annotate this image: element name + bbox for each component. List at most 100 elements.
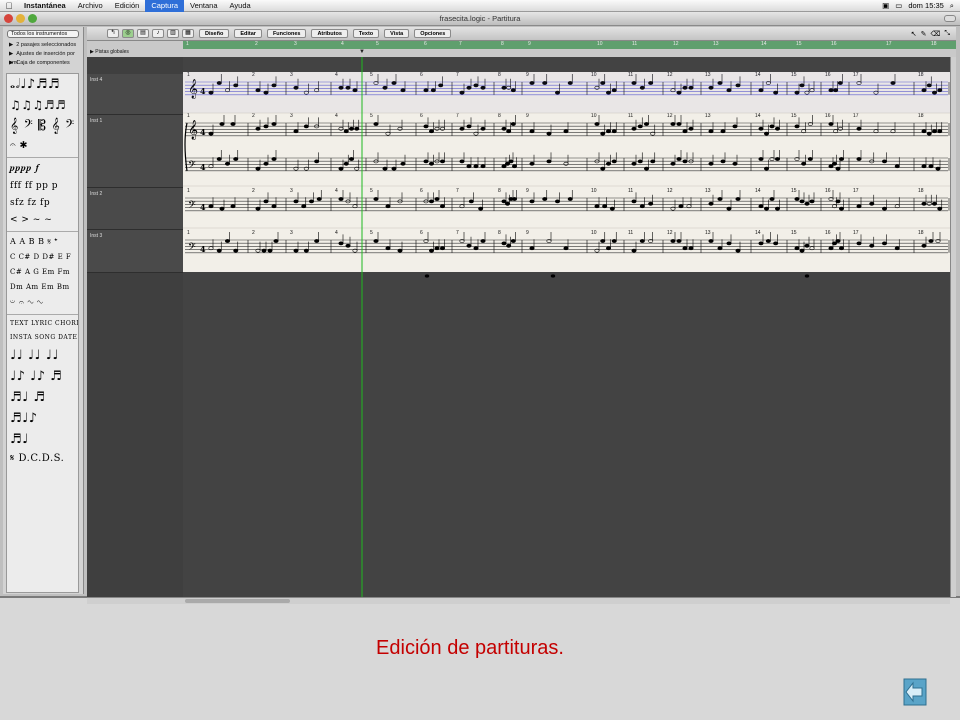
palette-row[interactable]: 𝆏𝆏𝆏𝆏 𝆑 (7, 160, 78, 178)
palette-row[interactable]: ♬♩ (7, 429, 78, 450)
menu-item-app[interactable]: Instantánea (18, 0, 72, 12)
palette-row[interactable]: 𝄐 ✱ (7, 137, 78, 155)
scroll-thumb[interactable] (185, 599, 290, 603)
note-head (799, 199, 805, 204)
playhead-marker-icon[interactable]: ▼ (359, 49, 365, 55)
instrument-select[interactable]: Todos los instrumentos (7, 30, 79, 38)
page-view-button[interactable]: ▤ (137, 29, 149, 38)
apple-icon[interactable]:  (0, 1, 18, 11)
score-canvas[interactable]: 𝄞 4𝄞 4𝄢 4𝄢 4𝄢 41 2 3 4 5 6 7 8 9 10 11 12 13 14 15 16 17 181 2 3… (183, 57, 950, 597)
menu-atributos[interactable]: Atributos (311, 29, 348, 38)
link-button[interactable]: ↰ (107, 29, 119, 38)
track-header[interactable]: Inst 1 (87, 115, 183, 188)
menu-diseno[interactable]: Diseño (199, 29, 230, 38)
toolbar-toggle-button[interactable] (944, 15, 956, 22)
ruler-bar-number: 8 (501, 41, 504, 47)
palette-row[interactable]: 𝅝𝅗𝅥♩♪♬♬ (7, 74, 78, 95)
eraser-tool-icon[interactable]: ⌫ (930, 30, 940, 38)
menu-extra-icon[interactable]: ▣ (882, 1, 889, 10)
bar-ruler-strip[interactable]: 1 2 3 4 5 6 7 8 9 10 11 12 13 14 15 16 17 18 ▼ (183, 41, 956, 55)
note-head (835, 239, 841, 243)
track-header[interactable]: Inst 2 (87, 188, 183, 230)
score-bar-number: 17 (853, 230, 859, 236)
spotlight-icon[interactable]: ⌕ (950, 1, 954, 11)
zoom-window-button[interactable] (28, 14, 37, 23)
menu-texto[interactable]: Texto (352, 29, 380, 38)
menu-funciones[interactable]: Funciones (266, 29, 307, 38)
score-area[interactable]: 𝄞 4 𝄞 4 𝄢 4 𝄢 4 𝄢 4 1 2 3 4 5 6 7 8 9 10 11 12 13 14 15 16 17 18 1 2 3… (183, 57, 950, 597)
note-head (708, 129, 714, 134)
clock[interactable]: dom 15:35 (908, 1, 943, 10)
palette-row[interactable]: ♬♩ ♬ (7, 387, 78, 408)
bar-ruler[interactable]: ▶ Pistas globales 1 2 3 4 5 6 7 8 9 10 11 12 13 14 15 1… (87, 41, 956, 57)
note-head (563, 129, 569, 134)
midi-out-button[interactable]: ♪ (152, 29, 164, 38)
print-button[interactable]: ▦ (182, 29, 194, 38)
palette-row[interactable]: ♬♩♪ (7, 408, 78, 429)
palette-row[interactable]: TEXT LYRIC CHORD REGION (7, 317, 78, 331)
note-head (708, 201, 714, 206)
note-head (529, 199, 535, 204)
palette-row[interactable]: ♩♩ ♩♩ ♩♩ (7, 345, 78, 366)
part-box-palette[interactable]: 𝅝𝅗𝅥♩♪♬♬ ♫♫♫♬♬ 𝄞 𝄢 𝄡 𝄞 𝄢 𝄐 ✱ 𝆏𝆏𝆏𝆏 𝆑 fff ff pp… (6, 73, 79, 593)
palette-row[interactable]: 𝄑 𝄐 ∿ ∿ (7, 295, 78, 312)
palette-row[interactable]: A A B B 𝄋 𝄌 (7, 234, 78, 250)
step-input-button[interactable]: ▥ (167, 29, 179, 38)
inspector-section-selected[interactable]: ▶ 2 pasajes seleccionados (3, 41, 83, 50)
display-icon[interactable]: ▭ (895, 1, 902, 10)
track-header[interactable]: Inst 4 (87, 74, 183, 115)
menu-item-captura[interactable]: Captura (145, 0, 184, 12)
back-arrow-icon[interactable] (903, 678, 927, 706)
note-head (928, 164, 934, 169)
pencil-tool-icon[interactable]: ✎ (921, 30, 927, 38)
note-head (726, 206, 732, 211)
palette-row[interactable]: 𝄋 D.C.D.S. (7, 450, 78, 468)
menu-opciones[interactable]: Opciones (414, 29, 452, 38)
global-tracks-header[interactable]: ▶ Pistas globales (87, 41, 183, 57)
palette-row[interactable]: Dm Am Em Bm (7, 280, 78, 295)
note-head (459, 159, 465, 164)
note-head (758, 241, 764, 246)
menu-editar[interactable]: Editar (234, 29, 262, 38)
note-head (643, 122, 649, 126)
close-window-button[interactable] (4, 14, 13, 23)
zoom-tool-icon[interactable]: ⤡ (944, 30, 950, 38)
inspector-section-insert-defaults[interactable]: ▶ Ajustes de inserción por omi (3, 50, 83, 66)
palette-row[interactable]: ♩♪ ♩♪ ♬ (7, 366, 78, 387)
note-head (926, 131, 932, 136)
menu-item-ventana[interactable]: Ventana (184, 0, 224, 12)
palette-row[interactable]: 𝄞 𝄢 𝄡 𝄞 𝄢 (7, 115, 78, 137)
menu-vista[interactable]: Vista (384, 29, 410, 38)
menu-item-archivo[interactable]: Archivo (72, 0, 109, 12)
palette-row[interactable]: sfz fz fp (7, 195, 78, 212)
catch-button[interactable]: ◎ (122, 29, 134, 38)
pointer-tool-icon[interactable]: ↖ (911, 30, 917, 38)
note-head (293, 248, 299, 253)
score-bar-number: 8 (498, 113, 501, 119)
track-header[interactable]: Inst 3 (87, 230, 183, 273)
inspector-section-label: 2 pasajes seleccionados (16, 42, 77, 48)
note-head (208, 204, 214, 209)
note-head (611, 159, 617, 164)
palette-row[interactable]: fff ff pp p (7, 178, 78, 195)
menu-bar:  Instantánea Archivo Edición Captura Ve… (0, 0, 960, 12)
menu-item-ayuda[interactable]: Ayuda (224, 0, 257, 12)
disclosure-triangle-icon: ▶ (9, 42, 14, 48)
vertical-scrollbar[interactable] (950, 57, 956, 597)
note-head (726, 241, 732, 246)
note-head (804, 201, 810, 206)
note-head (931, 201, 937, 206)
palette-row[interactable]: C# A G Em Fm (7, 265, 78, 280)
palette-row[interactable]: < > ~ ~ (7, 212, 78, 229)
palette-row[interactable]: C C# D D# E F (7, 250, 78, 265)
menu-item-edicion[interactable]: Edición (109, 0, 146, 12)
ruler-bar-number: 13 (713, 41, 719, 47)
note-head (316, 197, 322, 201)
inspector-section-part-box[interactable]: ▶ Caja de componentes (3, 59, 83, 68)
horizontal-scrollbar[interactable] (183, 597, 950, 604)
minimize-window-button[interactable] (16, 14, 25, 23)
note-head (263, 161, 269, 166)
palette-row[interactable]: ♫♫♫♬♬ (7, 95, 78, 115)
palette-row[interactable]: INSTA SONG DATE (7, 331, 78, 345)
note-head (216, 248, 222, 253)
